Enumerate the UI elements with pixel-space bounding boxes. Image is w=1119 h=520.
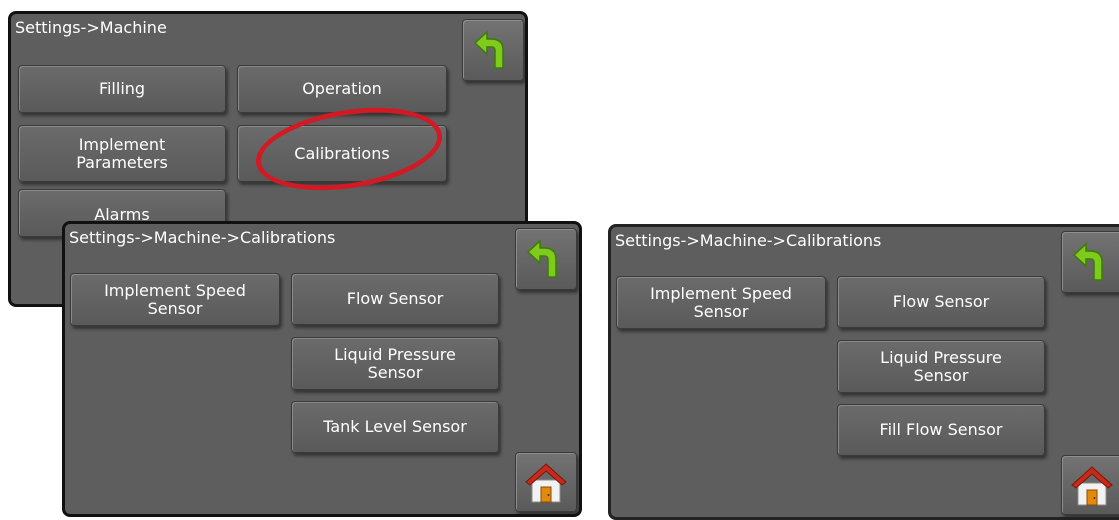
tank-level-sensor-label: Tank Level Sensor [323,417,467,436]
screen-calibrations-tank-level: Settings->Machine->Calibrations Implemen… [62,221,582,517]
back-arrow-icon [473,30,504,69]
flow-sensor-label: Flow Sensor [346,289,444,308]
liquid-pressure-label-line1: Liquid Pressure [880,347,1002,367]
screen-calibrations-fill-flow: Settings->Machine->Calibrations Implemen… [608,224,1119,520]
home-icon [525,463,567,503]
liquid-pressure-sensor-button[interactable]: Liquid Pressure Sensor [837,340,1045,393]
back-arrow-icon [1072,242,1103,281]
home-icon [1071,466,1113,506]
flow-sensor-button[interactable]: Flow Sensor [291,273,499,325]
implement-speed-label-line2: Sensor [147,298,203,318]
implement-speed-sensor-button[interactable]: Implement Speed Sensor [70,273,280,326]
operation-button[interactable]: Operation [237,65,447,113]
back-arrow-icon [526,239,557,278]
implement-speed-label-line1: Implement Speed [104,280,246,300]
home-button[interactable] [515,452,577,512]
implement-speed-label-line1: Implement Speed [650,283,792,303]
fill-flow-sensor-label: Fill Flow Sensor [879,420,1003,439]
back-button[interactable] [1061,231,1119,293]
back-button[interactable] [515,228,577,290]
filling-button[interactable]: Filling [18,65,226,113]
operation-button-label: Operation [302,79,382,98]
liquid-pressure-label-line2: Sensor [913,365,969,385]
flow-sensor-label: Flow Sensor [892,292,990,311]
liquid-pressure-label-line1: Liquid Pressure [334,344,456,364]
back-button[interactable] [462,19,524,81]
tank-level-sensor-button[interactable]: Tank Level Sensor [291,401,499,453]
home-button[interactable] [1061,455,1119,515]
implement-speed-label-line2: Sensor [693,301,749,321]
implement-parameters-label-line2: Parameters [76,152,168,172]
filling-button-label: Filling [98,79,146,98]
flow-sensor-button[interactable]: Flow Sensor [837,276,1045,328]
implement-parameters-label-line1: Implement [78,134,166,154]
liquid-pressure-label-line2: Sensor [367,362,423,382]
page-title: Settings->Machine->Calibrations [615,231,882,250]
fill-flow-sensor-button[interactable]: Fill Flow Sensor [837,404,1045,456]
implement-speed-sensor-button[interactable]: Implement Speed Sensor [616,276,826,329]
liquid-pressure-sensor-button[interactable]: Liquid Pressure Sensor [291,337,499,390]
page-title: Settings->Machine->Calibrations [69,228,336,247]
page-title: Settings->Machine [15,18,167,37]
implement-parameters-button[interactable]: Implement Parameters [18,125,226,182]
